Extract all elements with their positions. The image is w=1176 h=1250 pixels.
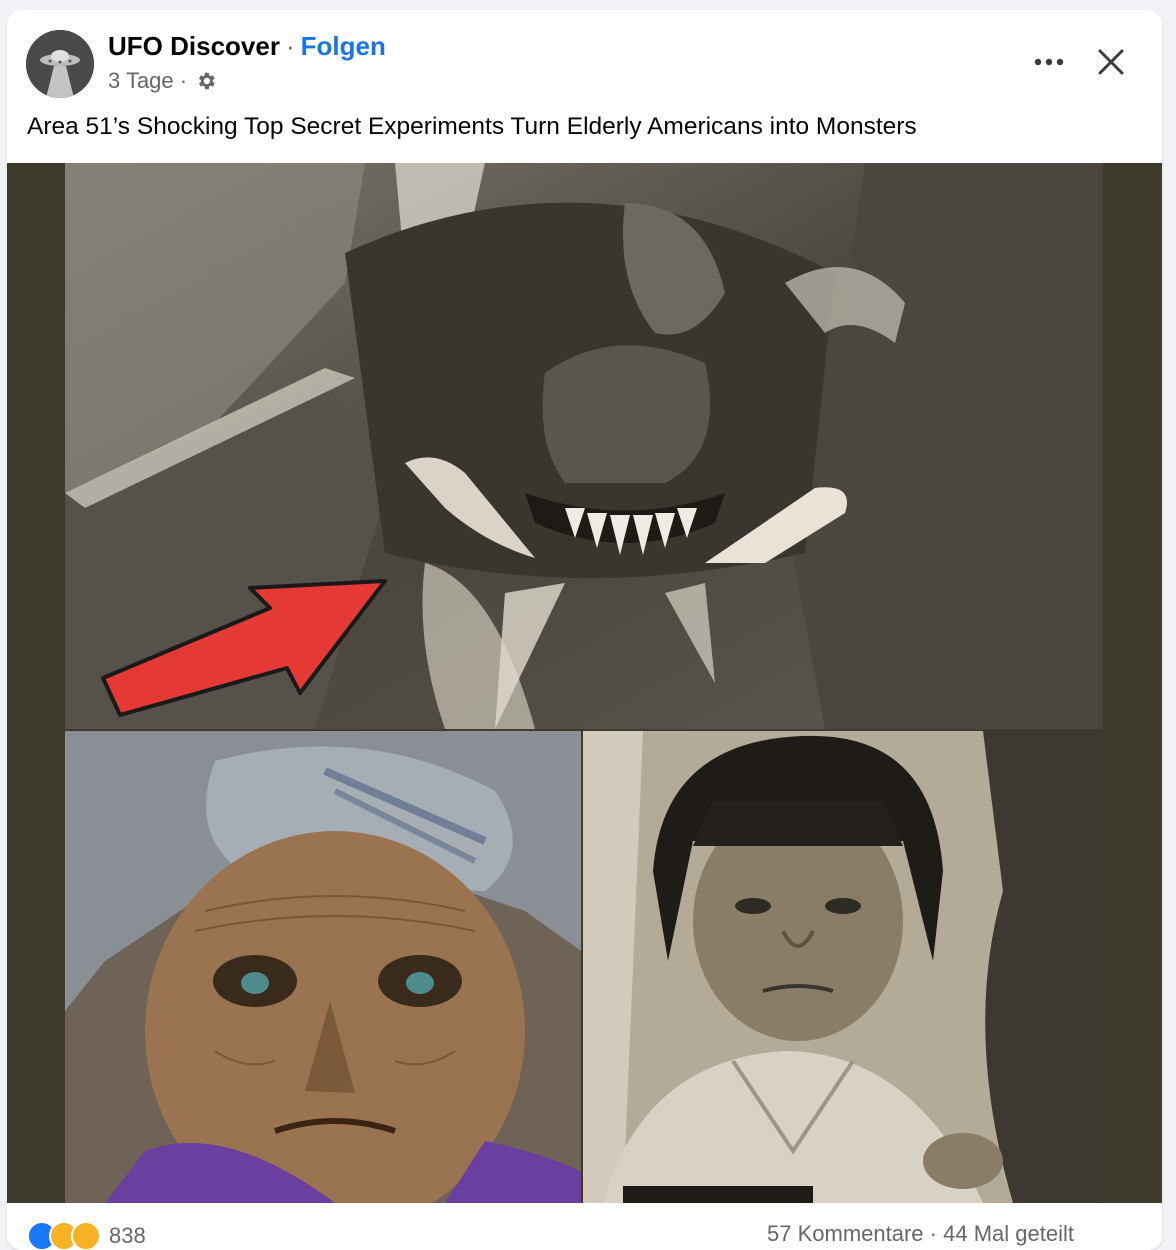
engagement-stats: 57 Kommentare · 44 Mal geteilt: [767, 1221, 1074, 1247]
child-photo[interactable]: [583, 731, 1103, 1203]
elderly-person-photo[interactable]: [65, 731, 581, 1203]
page-avatar[interactable]: [26, 30, 94, 98]
post-header: UFO Discover · Folgen: [108, 30, 386, 62]
post-media[interactable]: [7, 163, 1162, 1203]
more-horizontal-icon: [1034, 58, 1064, 66]
shares-count-link[interactable]: 44 Mal geteilt: [943, 1221, 1074, 1246]
comments-count-link[interactable]: 57 Kommentare: [767, 1221, 924, 1246]
more-options-button[interactable]: [1027, 44, 1071, 80]
follow-button[interactable]: Folgen: [301, 31, 386, 61]
creature-photo[interactable]: [65, 163, 1103, 729]
post-caption: Area 51’s Shocking Top Secret Experiment…: [27, 113, 917, 140]
footer-separator: ·: [929, 1221, 937, 1246]
close-button[interactable]: [1089, 40, 1133, 84]
page-name-link[interactable]: UFO Discover: [108, 31, 280, 61]
reactions-summary[interactable]: 838: [27, 1221, 146, 1250]
reaction-count: 838: [109, 1223, 146, 1248]
post-meta: 3 Tage ·: [108, 67, 217, 95]
ufo-logo-icon: [26, 30, 94, 98]
gear-icon: [199, 72, 215, 90]
header-separator: ·: [285, 31, 295, 61]
haha-reaction-icon: [71, 1221, 101, 1250]
post-timestamp[interactable]: 3 Tage ·: [108, 67, 187, 95]
post-footer: 838 57 Kommentare · 44 Mal geteilt: [7, 1203, 1162, 1250]
feed-post: UFO Discover · Folgen 3 Tage · Area 51’s S…: [7, 10, 1162, 1250]
close-icon: [1098, 49, 1124, 75]
